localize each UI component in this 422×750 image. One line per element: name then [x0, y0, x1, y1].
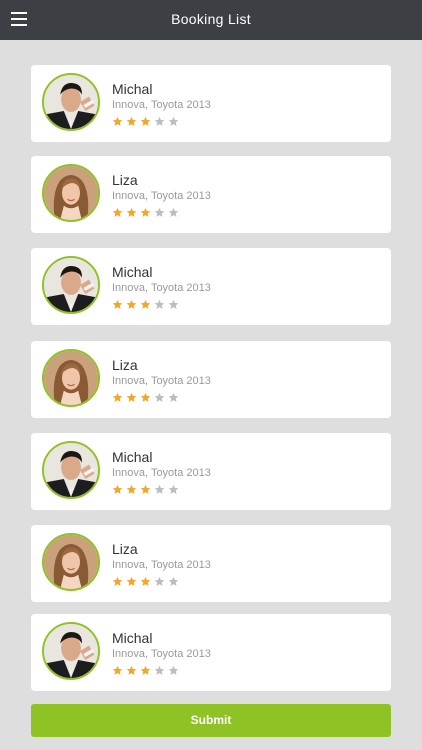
star-empty-icon	[154, 205, 165, 217]
booking-card[interactable]: Liza Innova, Toyota 2013	[31, 156, 391, 233]
car-model: Innova, Toyota 2013	[112, 467, 211, 479]
star-rating	[112, 205, 179, 217]
car-model: Innova, Toyota 2013	[112, 282, 211, 294]
star-empty-icon	[168, 574, 179, 586]
star-rating	[112, 482, 179, 494]
star-filled-icon	[112, 663, 123, 675]
booking-card[interactable]: Michal Innova, Toyota 2013	[31, 614, 391, 691]
star-empty-icon	[154, 297, 165, 309]
car-model: Innova, Toyota 2013	[112, 99, 211, 111]
star-filled-icon	[112, 482, 123, 494]
star-empty-icon	[168, 114, 179, 126]
booking-card[interactable]: Michal Innova, Toyota 2013	[31, 433, 391, 510]
star-filled-icon	[140, 297, 151, 309]
star-rating	[112, 663, 179, 675]
driver-name: Michal	[112, 264, 153, 280]
star-filled-icon	[140, 574, 151, 586]
star-filled-icon	[140, 205, 151, 217]
star-filled-icon	[140, 114, 151, 126]
driver-name: Michal	[112, 81, 153, 97]
star-rating	[112, 297, 179, 309]
star-filled-icon	[140, 390, 151, 402]
avatar	[42, 73, 100, 131]
car-model: Innova, Toyota 2013	[112, 648, 211, 660]
avatar	[42, 441, 100, 499]
booking-card[interactable]: Michal Innova, Toyota 2013	[31, 248, 391, 325]
star-empty-icon	[168, 205, 179, 217]
driver-name: Michal	[112, 449, 153, 465]
car-model: Innova, Toyota 2013	[112, 375, 211, 387]
page-title: Booking List	[171, 11, 251, 27]
star-empty-icon	[154, 574, 165, 586]
star-filled-icon	[126, 574, 137, 586]
star-filled-icon	[140, 482, 151, 494]
star-filled-icon	[112, 297, 123, 309]
driver-name: Michal	[112, 630, 153, 646]
star-filled-icon	[126, 297, 137, 309]
booking-card[interactable]: Michal Innova, Toyota 2013	[31, 65, 391, 142]
star-filled-icon	[126, 663, 137, 675]
avatar	[42, 622, 100, 680]
avatar	[42, 533, 100, 591]
star-empty-icon	[168, 663, 179, 675]
star-filled-icon	[112, 574, 123, 586]
star-empty-icon	[154, 390, 165, 402]
star-rating	[112, 114, 179, 126]
star-empty-icon	[168, 482, 179, 494]
avatar	[42, 256, 100, 314]
car-model: Innova, Toyota 2013	[112, 559, 211, 571]
star-rating	[112, 390, 179, 402]
star-rating	[112, 574, 179, 586]
star-filled-icon	[126, 205, 137, 217]
star-filled-icon	[126, 114, 137, 126]
star-empty-icon	[168, 390, 179, 402]
booking-card[interactable]: Liza Innova, Toyota 2013	[31, 525, 391, 602]
star-filled-icon	[140, 663, 151, 675]
star-empty-icon	[154, 663, 165, 675]
booking-card[interactable]: Liza Innova, Toyota 2013	[31, 341, 391, 418]
star-filled-icon	[126, 482, 137, 494]
submit-button[interactable]: Submit	[31, 704, 391, 737]
avatar	[42, 164, 100, 222]
star-empty-icon	[154, 482, 165, 494]
car-model: Innova, Toyota 2013	[112, 190, 211, 202]
avatar	[42, 349, 100, 407]
star-empty-icon	[154, 114, 165, 126]
driver-name: Liza	[112, 172, 138, 188]
star-empty-icon	[168, 297, 179, 309]
driver-name: Liza	[112, 357, 138, 373]
star-filled-icon	[112, 205, 123, 217]
star-filled-icon	[112, 114, 123, 126]
star-filled-icon	[126, 390, 137, 402]
star-filled-icon	[112, 390, 123, 402]
app-header: Booking List	[0, 0, 422, 40]
driver-name: Liza	[112, 541, 138, 557]
